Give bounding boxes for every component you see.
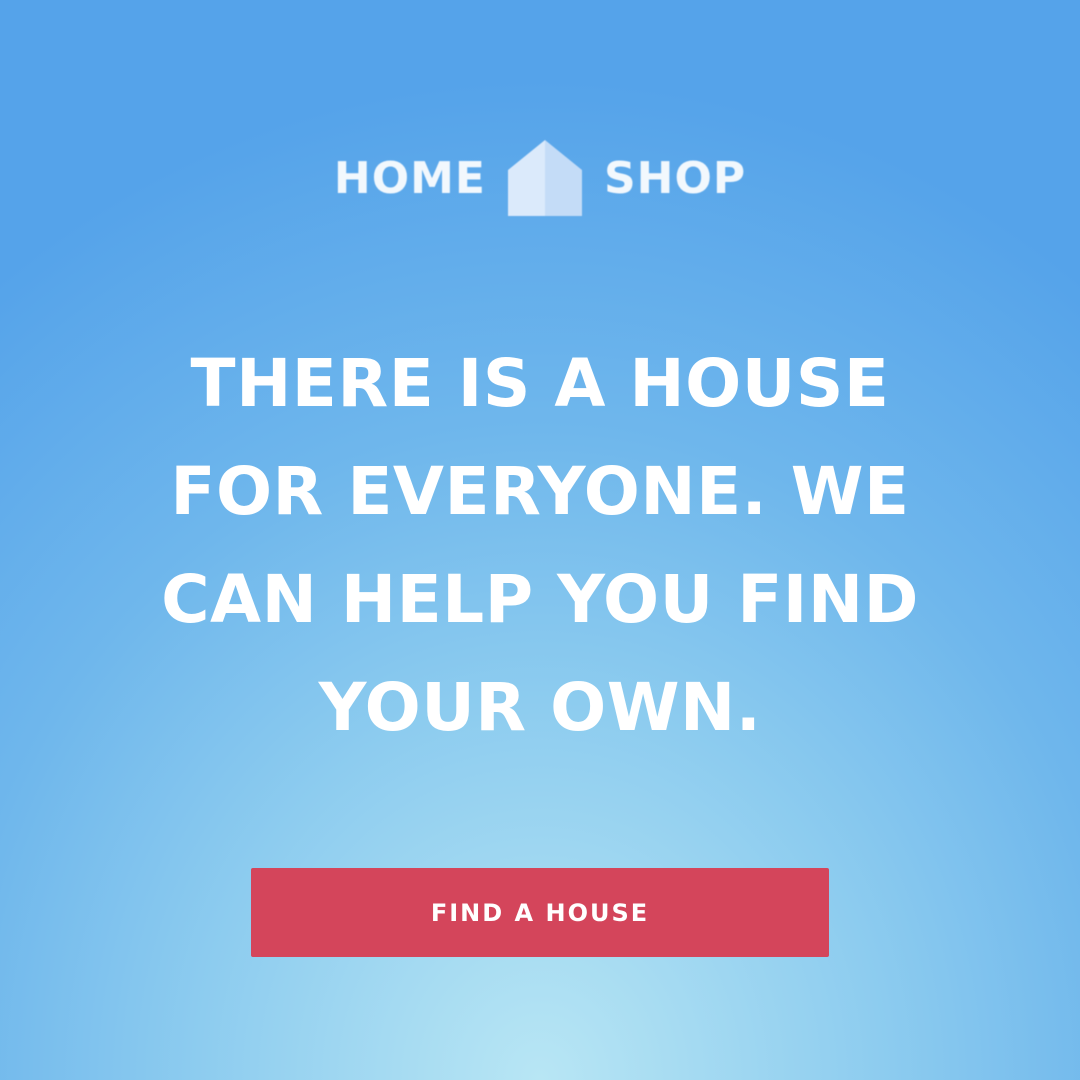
hero-headline: THERE IS A HOUSE FOR EVERYONE. WE CAN HE… — [161, 345, 919, 746]
house-icon — [507, 140, 582, 216]
brand-logo: HOME SHOP — [0, 138, 1080, 218]
logo-text-home: HOME — [333, 152, 486, 204]
find-a-house-button[interactable]: FIND A HOUSE — [251, 868, 829, 957]
logo-text-shop: SHOP — [603, 152, 747, 204]
